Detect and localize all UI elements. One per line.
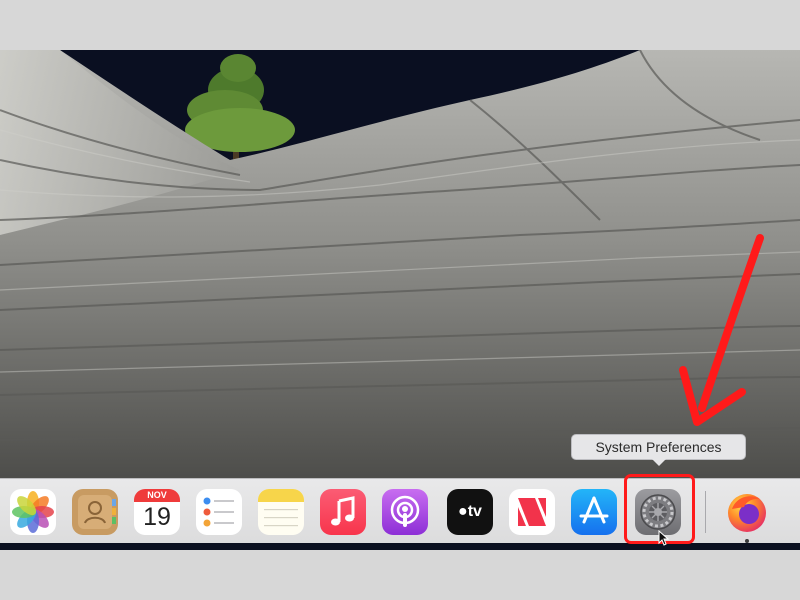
calendar-day: 19 — [143, 503, 171, 531]
mouse-cursor-icon — [658, 530, 670, 546]
dock-item-podcasts[interactable] — [382, 489, 428, 535]
dock-item-news[interactable] — [509, 489, 555, 535]
dock-item-calendar[interactable]: NOV 19 — [134, 489, 180, 535]
dock-item-music[interactable] — [320, 489, 366, 535]
app-store-icon — [579, 496, 609, 524]
desktop-wallpaper — [0, 50, 800, 480]
apple-tv-icon: ●tv — [447, 489, 493, 535]
photos-icon — [12, 491, 54, 533]
reminders-icon — [203, 497, 234, 527]
dock-item-apple-tv[interactable]: ●tv — [447, 489, 493, 535]
dock-item-notes[interactable] — [258, 489, 304, 535]
dock-item-photos[interactable] — [10, 489, 56, 535]
firefox-running-indicator — [745, 539, 749, 543]
apple-tv-label: tv — [467, 503, 482, 520]
system-preferences-tooltip: System Preferences — [571, 434, 746, 466]
wallpaper-image — [0, 50, 800, 480]
contacts-icon — [78, 495, 116, 529]
dock-item-reminders[interactable] — [196, 489, 242, 535]
firefox-icon — [728, 494, 766, 532]
music-icon — [331, 496, 355, 526]
news-icon — [518, 498, 546, 526]
podcasts-icon — [390, 495, 420, 527]
dock-item-firefox[interactable] — [724, 489, 770, 535]
dock-item-app-store[interactable] — [571, 489, 617, 535]
apple-logo-icon: ● — [458, 503, 468, 520]
dock-divider — [705, 491, 706, 533]
notes-icon — [258, 489, 304, 527]
dock-item-contacts[interactable] — [72, 489, 118, 535]
